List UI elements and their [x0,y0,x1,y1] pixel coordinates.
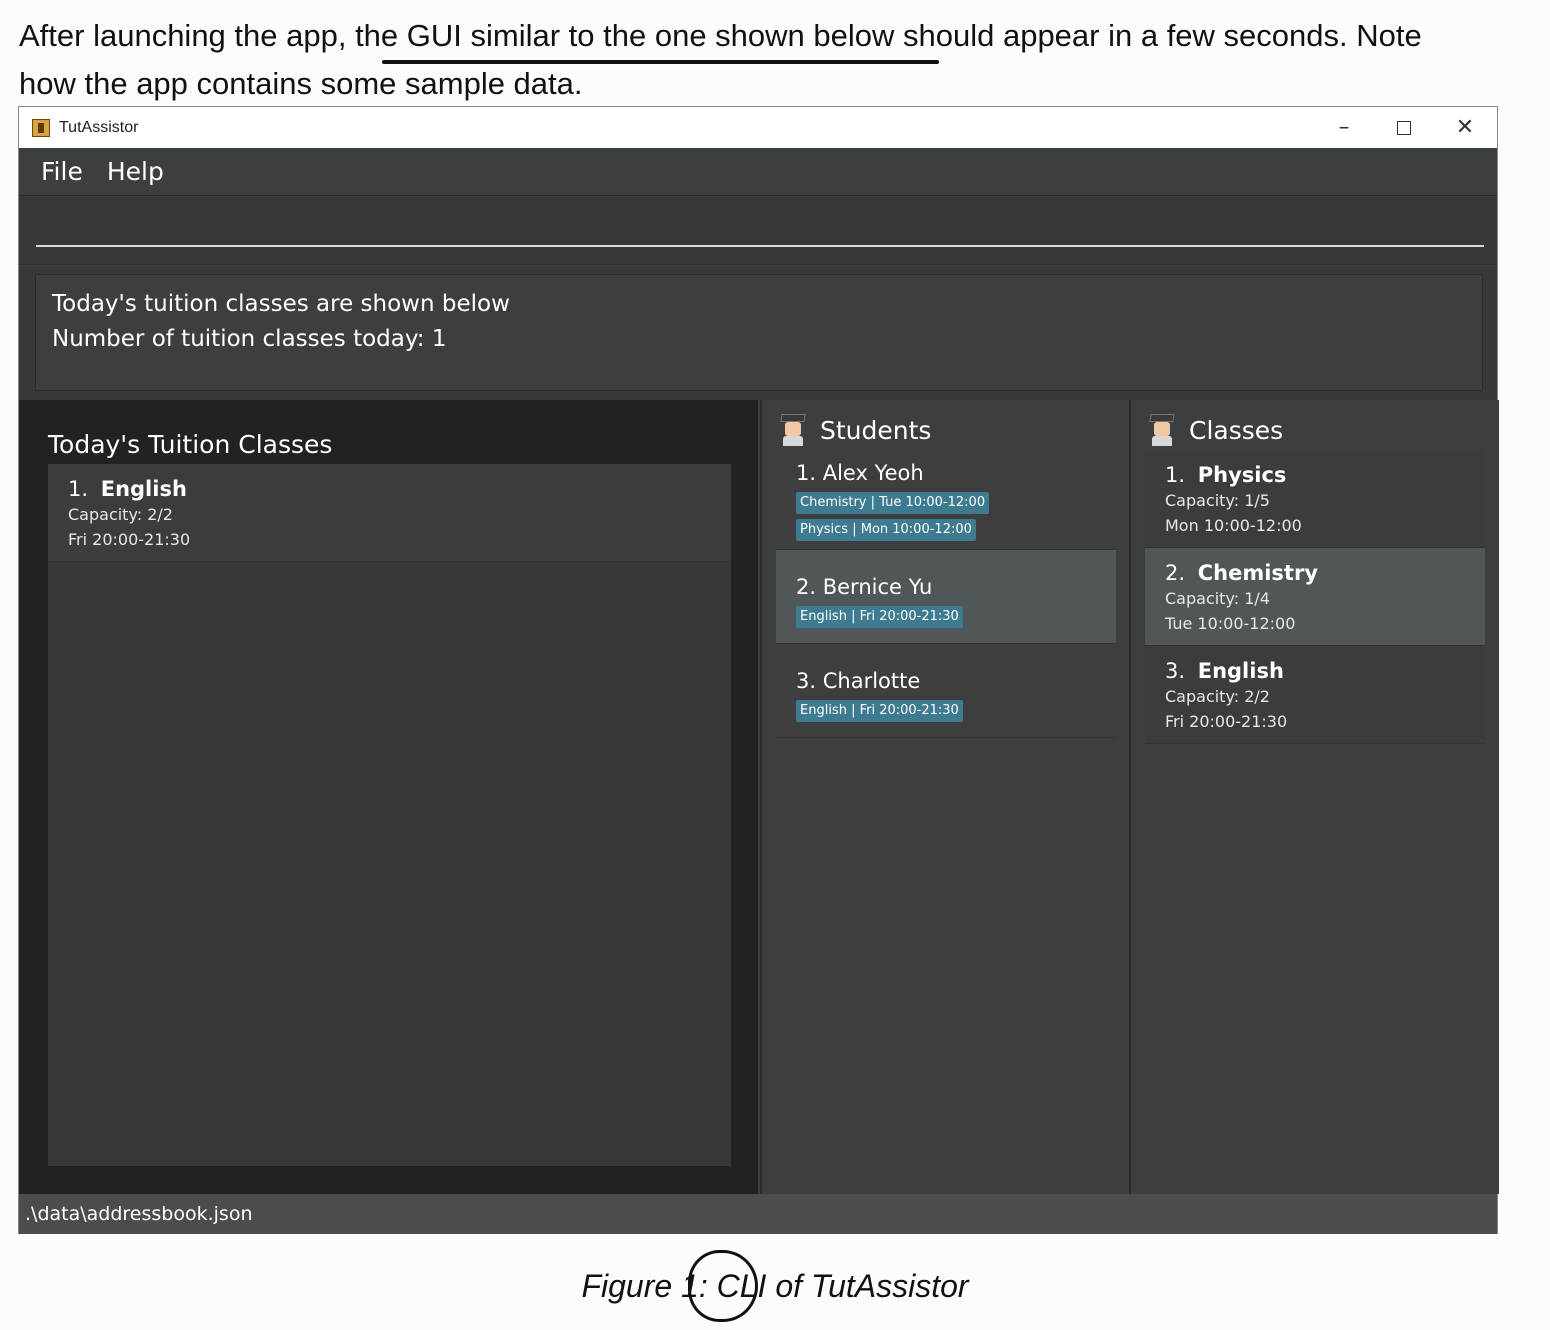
minimize-icon: – [1338,115,1350,140]
item-index: 1. [1165,463,1186,487]
class-capacity: Capacity: 2/2 [68,505,173,524]
title-bar: TutAssistor – ✕ [19,107,1497,148]
window-title: TutAssistor [59,118,139,136]
list-item[interactable]: 1. English Capacity: 2/2 Fri 20:00-21:30 [48,464,731,562]
intro-line-1: After launching the app, the GUI similar… [19,18,1422,53]
result-display: Today's tuition classes are shown below … [35,274,1483,391]
command-box [19,197,1497,265]
hand-drawn-circle [688,1250,758,1322]
class-tag: English | Fri 20:00-21:30 [796,606,963,628]
student-name: Alex Yeoh [822,461,924,485]
class-capacity: Capacity: 2/2 [1165,687,1270,706]
list-item[interactable]: 1. Physics Capacity: 1/5 Mon 10:00-12:00 [1145,450,1485,548]
list-item[interactable]: 1. Alex Yeoh Chemistry | Tue 10:00-12:00… [776,450,1116,550]
classes-heading: Classes [1189,415,1284,445]
class-name: Physics [1197,463,1287,487]
class-capacity: Capacity: 1/4 [1165,589,1270,608]
list-item[interactable]: 3. Charlotte English | Fri 20:00-21:30 [776,644,1116,738]
list-item[interactable]: 2. Chemistry Capacity: 1/4 Tue 10:00-12:… [1145,548,1485,646]
data-file-path: .\data\addressbook.json [25,1203,253,1225]
item-index: 2. [796,575,817,599]
tag-list: English | Fri 20:00-21:30 [796,700,1096,727]
item-index: 1. [68,477,89,501]
main-panels: Today's Tuition Classes 1. English Capac… [19,400,1499,1194]
tag-list: English | Fri 20:00-21:30 [796,606,1096,633]
class-tag: Physics | Mon 10:00-12:00 [796,519,976,541]
menu-help[interactable]: Help [107,157,164,186]
app-window: TutAssistor – ✕ File Help Today's tuitio… [18,106,1499,1234]
item-index: 2. [1165,561,1186,585]
students-list[interactable]: 1. Alex Yeoh Chemistry | Tue 10:00-12:00… [776,450,1116,738]
app-icon [32,118,50,137]
tag-list: Chemistry | Tue 10:00-12:00 Physics | Mo… [796,492,1096,546]
class-name: English [1197,659,1284,683]
maximize-button[interactable] [1374,107,1434,148]
intro-line-2: how the app contains some sample data. [19,66,583,101]
student-name: Charlotte [822,669,921,693]
class-name: English [100,477,187,501]
item-index: 1. [796,461,817,485]
menu-file[interactable]: File [41,157,83,186]
class-time: Mon 10:00-12:00 [1165,516,1302,535]
today-classes-panel: Today's Tuition Classes 1. English Capac… [19,400,758,1194]
minimize-button[interactable]: – [1314,107,1374,148]
result-line-2: Number of tuition classes today: 1 [52,326,447,352]
class-tag: Chemistry | Tue 10:00-12:00 [796,492,990,514]
class-icon [1149,414,1175,446]
class-name: Chemistry [1197,561,1319,585]
class-tag: English | Fri 20:00-21:30 [796,700,963,722]
list-item[interactable]: 3. English Capacity: 2/2 Fri 20:00-21:30 [1145,646,1485,744]
student-icon [780,414,806,446]
figure-caption: Figure 1: CLI of TutAssistor [581,1268,969,1304]
classes-list[interactable]: 1. Physics Capacity: 1/5 Mon 10:00-12:00… [1145,450,1485,744]
student-name: Bernice Yu [822,575,933,599]
list-item[interactable]: 2. Bernice Yu English | Fri 20:00-21:30 [776,550,1116,644]
close-button[interactable]: ✕ [1435,107,1495,148]
intro-underline [382,60,939,64]
students-panel: Students 1. Alex Yeoh Chemistry | Tue 10… [760,400,1127,1194]
class-time: Fri 20:00-21:30 [1165,712,1288,731]
classes-header: Classes [1149,414,1283,446]
menu-bar: File Help [19,148,1497,196]
result-line-1: Today's tuition classes are shown below [52,291,510,317]
today-classes-heading: Today's Tuition Classes [48,430,333,459]
command-input[interactable] [36,217,1484,247]
maximize-icon [1397,120,1411,135]
class-capacity: Capacity: 1/5 [1165,491,1270,510]
classes-panel: Classes 1. Physics Capacity: 1/5 Mon 10:… [1129,400,1499,1194]
status-bar: .\data\addressbook.json [19,1194,1497,1234]
close-icon: ✕ [1455,115,1475,140]
class-time: Fri 20:00-21:30 [68,530,191,549]
today-classes-list[interactable]: 1. English Capacity: 2/2 Fri 20:00-21:30 [48,464,731,1166]
result-display-area: Today's tuition classes are shown below … [19,266,1497,400]
item-index: 3. [796,669,817,693]
class-time: Tue 10:00-12:00 [1165,614,1296,633]
item-index: 3. [1165,659,1186,683]
students-heading: Students [820,415,932,445]
students-header: Students [780,414,931,446]
